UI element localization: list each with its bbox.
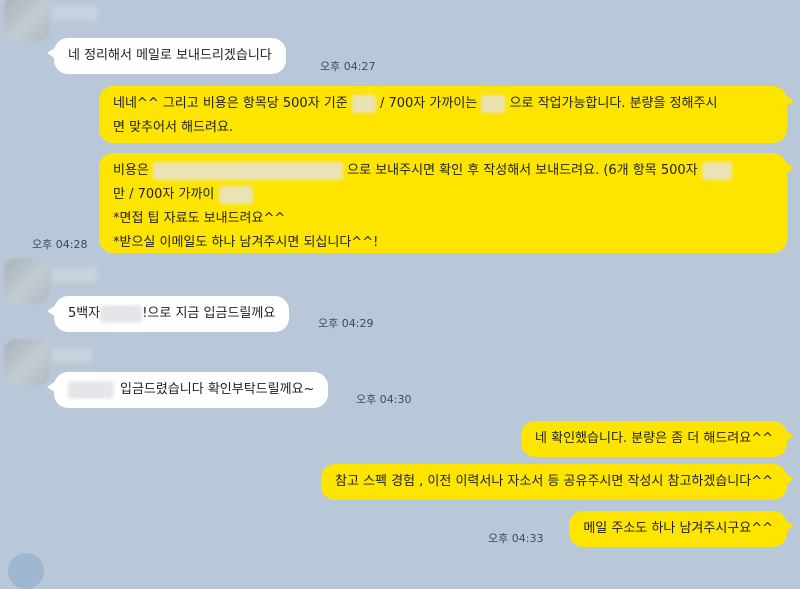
- redacted-price: [481, 94, 506, 113]
- message-bubble-outgoing[interactable]: 메일 주소도 하나 남겨주시구요^^: [569, 511, 794, 547]
- redacted-price: [218, 185, 253, 204]
- redacted-price: [100, 304, 143, 323]
- message-line: 비용은 으로 보내주시면 확인 후 작성해서 보내드려요. (6개 항목 500…: [113, 159, 773, 183]
- message-line: 면 맞추어서 해드려요.: [113, 120, 234, 135]
- message-line: *면접 팁 자료도 보내드려요^^: [113, 211, 286, 226]
- message-timestamp: 오후 04:30: [356, 393, 412, 406]
- message-bubble-outgoing[interactable]: 비용은 으로 보내주시면 확인 후 작성해서 보내드려요. (6개 항목 500…: [99, 153, 794, 253]
- message-text: 네 정리해서 메일로 보내드리겠습니다: [68, 48, 272, 63]
- message-line: 네네^^ 그리고 비용은 항목당 500자 기준 / 700자 가까이는 으로 …: [113, 94, 718, 113]
- redacted-price: [701, 161, 732, 180]
- message-bubble-incoming[interactable]: 5백자 !으로 지금 입금드릴께요: [46, 296, 290, 332]
- message-timestamp: 오후 04:27: [320, 60, 376, 73]
- sender-avatar[interactable]: [4, 258, 50, 304]
- redacted-price: [351, 94, 376, 113]
- redacted-account: [153, 161, 344, 180]
- sender-name-redacted: [52, 348, 92, 362]
- message-bubble-outgoing[interactable]: 네네^^ 그리고 비용은 항목당 500자 기준 / 700자 가까이는 으로 …: [99, 86, 794, 143]
- message-bubble-incoming[interactable]: 입금드렸습니다 확인부탁드릴께요~: [46, 372, 329, 408]
- message-timestamp: 오후 04:29: [318, 317, 374, 330]
- message-bubble-outgoing[interactable]: 네 확인했습니다. 분량은 좀 더 해드려요^^: [521, 421, 794, 457]
- message-bubble-incoming[interactable]: 네 정리해서 메일로 보내드리겠습니다: [47, 38, 286, 74]
- sender-avatar[interactable]: [4, 0, 50, 42]
- message-bubble-outgoing[interactable]: 참고 스펙 경험 , 이전 이력서나 자소서 등 공유주시면 작성시 참고하겠습…: [320, 464, 795, 500]
- message-timestamp: 오후 04:28: [32, 238, 88, 251]
- message-timestamp: 오후 04:33: [488, 532, 544, 545]
- sender-name-redacted: [52, 6, 98, 20]
- message-line: 만 / 700자 가까이: [113, 183, 773, 207]
- sender-avatar[interactable]: [4, 339, 50, 385]
- message-line: *받으실 이메일도 하나 남겨주시면 되십니다^^!: [113, 235, 379, 250]
- sender-avatar[interactable]: [8, 553, 44, 589]
- redacted-name: [68, 380, 114, 399]
- sender-name-redacted: [52, 268, 98, 282]
